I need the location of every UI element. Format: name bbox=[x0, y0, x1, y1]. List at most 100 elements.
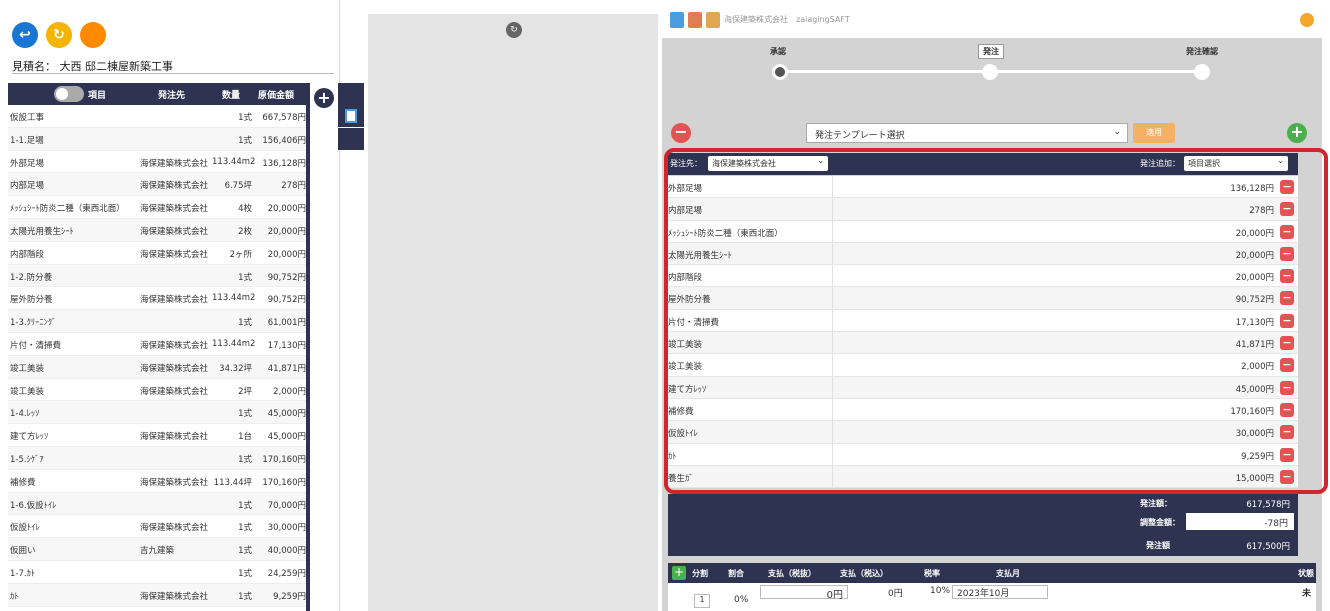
table-row[interactable]: 1-4.ﾚｯｿ 1式 45,000円 bbox=[8, 401, 306, 425]
row-amount: 90,752円 bbox=[267, 272, 306, 283]
row-supplier: 海保建築株式会社 bbox=[140, 158, 209, 169]
row-supplier: 海保建築株式会社 bbox=[140, 340, 209, 351]
row-supplier: 海保建築株式会社 bbox=[140, 204, 209, 215]
row-qty: 1式 bbox=[238, 135, 252, 146]
row-supplier: 海保建築株式会社 bbox=[140, 295, 209, 306]
table-row[interactable]: 竣工美装 海保建築株式会社 34.32坪 41,871円 bbox=[8, 355, 306, 379]
table-row[interactable]: 竣工美装 海保建築株式会社 2坪 2,000円 bbox=[8, 379, 306, 402]
excl-field[interactable]: 0円 bbox=[760, 585, 848, 601]
row-name: ﾒｯｼｭｼｰﾄ防炎二種（東西北面） bbox=[10, 204, 125, 215]
total-label: 発注額 bbox=[1146, 541, 1170, 550]
table-row[interactable]: 1-2.防分養 1式 90,752円 bbox=[8, 264, 306, 288]
header-status: 状態 bbox=[1298, 569, 1314, 578]
row-amount: 24,259円 bbox=[267, 568, 306, 579]
estimate-name-row: 見積名： 大西 邸二棟屋新築工事 bbox=[12, 58, 334, 74]
list-icon[interactable] bbox=[706, 12, 720, 28]
remove-button[interactable]: − bbox=[671, 123, 691, 143]
row-qty: 6.75坪 bbox=[224, 181, 252, 192]
return-icon[interactable]: ↩ bbox=[12, 22, 38, 48]
header-amount: 原価金額 bbox=[258, 91, 295, 101]
table-row[interactable]: 内部足場 海保建築株式会社 6.75坪 278円 bbox=[8, 173, 306, 197]
row-qty: 2枚 bbox=[238, 226, 252, 237]
row-name: 太陽光用養生ｼｰﾄ bbox=[10, 226, 74, 237]
middle-panel bbox=[368, 14, 658, 611]
table-row[interactable]: ｶﾄ 海保建築株式会社 1式 9,259円 bbox=[8, 583, 306, 607]
row-name: 外部足場 bbox=[10, 158, 45, 169]
row-name: 竣工美装 bbox=[10, 386, 45, 397]
table-row[interactable]: 片付・清掃費 海保建築株式会社 113.44m2 17,130円 bbox=[8, 333, 306, 356]
table-row[interactable]: ﾒｯｼｭｼｰﾄ防炎二種（東西北面） 海保建築株式会社 4枚 20,000円 bbox=[8, 196, 306, 219]
refresh-icon[interactable]: ↻ bbox=[506, 22, 522, 38]
row-supplier: 海保建築株式会社 bbox=[140, 363, 209, 374]
payment-row: 1 0% 0円 0円 10% 2023年10月 未 bbox=[668, 583, 1316, 611]
month-field[interactable]: 2023年10月 bbox=[952, 585, 1048, 599]
template-select[interactable]: 発注テンプレート選択 ⌄ bbox=[806, 123, 1128, 143]
row-amount: 45,000円 bbox=[267, 432, 306, 443]
table-row[interactable]: 仮設ﾄｲﾚ 海保建築株式会社 1式 30,000円 bbox=[8, 515, 306, 539]
row-qty: 113.44m2 bbox=[212, 338, 256, 349]
status-icon[interactable] bbox=[1300, 13, 1314, 27]
row-qty: 34.32坪 bbox=[219, 363, 252, 374]
table-row[interactable]: 内部階段 海保建築株式会社 2ヶ所 20,000円 bbox=[8, 242, 306, 265]
row-qty: 1式 bbox=[238, 318, 252, 329]
row-name: 内部足場 bbox=[10, 181, 45, 192]
add-order-button[interactable]: + bbox=[1287, 123, 1307, 143]
list-icon[interactable] bbox=[688, 12, 702, 28]
expand-toggle[interactable] bbox=[54, 86, 84, 102]
table-row[interactable]: 1-5.ｼｹﾞｱ 1式 170,160円 bbox=[8, 446, 306, 470]
circle-icon[interactable] bbox=[80, 22, 106, 48]
row-qty: 1式 bbox=[238, 500, 252, 511]
estimate-name: 大西 邸二棟屋新築工事 bbox=[59, 60, 174, 73]
div-field[interactable]: 1 bbox=[694, 594, 710, 608]
adjust-amount-input[interactable]: -78円 bbox=[1186, 513, 1294, 530]
row-qty: 113.44m2 bbox=[212, 156, 256, 167]
table-row[interactable]: 建て方ﾚｯｿ 海保建築株式会社 1台 45,000円 bbox=[8, 424, 306, 447]
row-name: 仮設ﾄｲﾚ bbox=[10, 523, 40, 534]
header-tax: 税率 bbox=[924, 569, 940, 578]
total-value: 617,500円 bbox=[1246, 542, 1290, 552]
company-title: 海保建築株式会社 zaiagingSAFT bbox=[724, 15, 850, 24]
table-row[interactable]: 補修費 海保建築株式会社 113.44坪 170,160円 bbox=[8, 470, 306, 493]
row-name: 片付・清掃費 bbox=[10, 340, 62, 351]
row-qty: 2坪 bbox=[238, 386, 252, 397]
header-supplier: 発注先 bbox=[158, 91, 186, 101]
table-row[interactable]: 1-3.ｸﾘｰﾆﾝｸﾞ 1式 61,001円 bbox=[8, 310, 306, 333]
subtotal-value: 617,578円 bbox=[1246, 500, 1290, 510]
row-amount: 278円 bbox=[281, 181, 306, 192]
rate-field[interactable]: 0% bbox=[734, 595, 748, 605]
add-payment-button[interactable]: + bbox=[672, 566, 686, 580]
refresh-icon[interactable]: ↻ bbox=[46, 22, 72, 48]
apply-template-button[interactable]: 適用 bbox=[1133, 123, 1175, 143]
progress-label-3: 発注確認 bbox=[1186, 47, 1218, 56]
row-supplier: 海保建築株式会社 bbox=[140, 226, 209, 237]
side-tab[interactable] bbox=[338, 128, 364, 150]
row-qty: 1台 bbox=[238, 432, 252, 443]
table-row[interactable]: 仮設工事 1式 667,578円 bbox=[8, 105, 306, 128]
payment-table-header: 分割 割合 支払（税抜） 支払（税込） 税率 支払月 状態 bbox=[668, 563, 1316, 583]
add-item-button[interactable]: + bbox=[314, 88, 334, 108]
table-row[interactable]: 仮囲い 吉九建築 1式 40,000円 bbox=[8, 538, 306, 561]
list-icon[interactable] bbox=[670, 12, 684, 28]
row-amount: 20,000円 bbox=[267, 249, 306, 260]
progress-step-3 bbox=[1194, 64, 1210, 80]
estimate-panel: ↩ ↻ 見積名： 大西 邸二棟屋新築工事 項目 発注先 数量 原価金額 仮設工事… bbox=[0, 0, 340, 611]
row-name: 内部階段 bbox=[10, 249, 45, 260]
row-supplier: 海保建築株式会社 bbox=[140, 249, 209, 260]
table-row[interactable]: 外部足場 海保建築株式会社 113.44m2 136,128円 bbox=[8, 151, 306, 174]
incl-value: 0円 bbox=[888, 589, 903, 599]
row-qty: 113.44m2 bbox=[212, 293, 256, 304]
table-row[interactable]: 太陽光用養生ｼｰﾄ 海保建築株式会社 2枚 20,000円 bbox=[8, 218, 306, 242]
row-name: 竣工美装 bbox=[10, 363, 45, 374]
excl-value: 0円 bbox=[826, 590, 843, 601]
table-row[interactable]: 養生ｶﾞ海保建築株式会社1式15,000円 bbox=[8, 607, 306, 611]
table-row[interactable]: 1-1.足場 1式 156,406円 bbox=[8, 127, 306, 151]
table-row[interactable]: 屋外防分養 海保建築株式会社 113.44m2 90,752円 bbox=[8, 287, 306, 311]
row-supplier: 海保建築株式会社 bbox=[140, 181, 209, 192]
document-icon bbox=[345, 109, 357, 123]
table-row[interactable]: 1-7.ｶﾄ 1式 24,259円 bbox=[8, 561, 306, 584]
progress-step-2 bbox=[982, 64, 998, 80]
table-row[interactable]: 1-6.仮設ﾄｲﾚ 1式 70,000円 bbox=[8, 492, 306, 516]
row-qty: 2ヶ所 bbox=[229, 249, 252, 260]
row-qty: 1式 bbox=[238, 454, 252, 465]
header-rate: 割合 bbox=[728, 569, 744, 578]
